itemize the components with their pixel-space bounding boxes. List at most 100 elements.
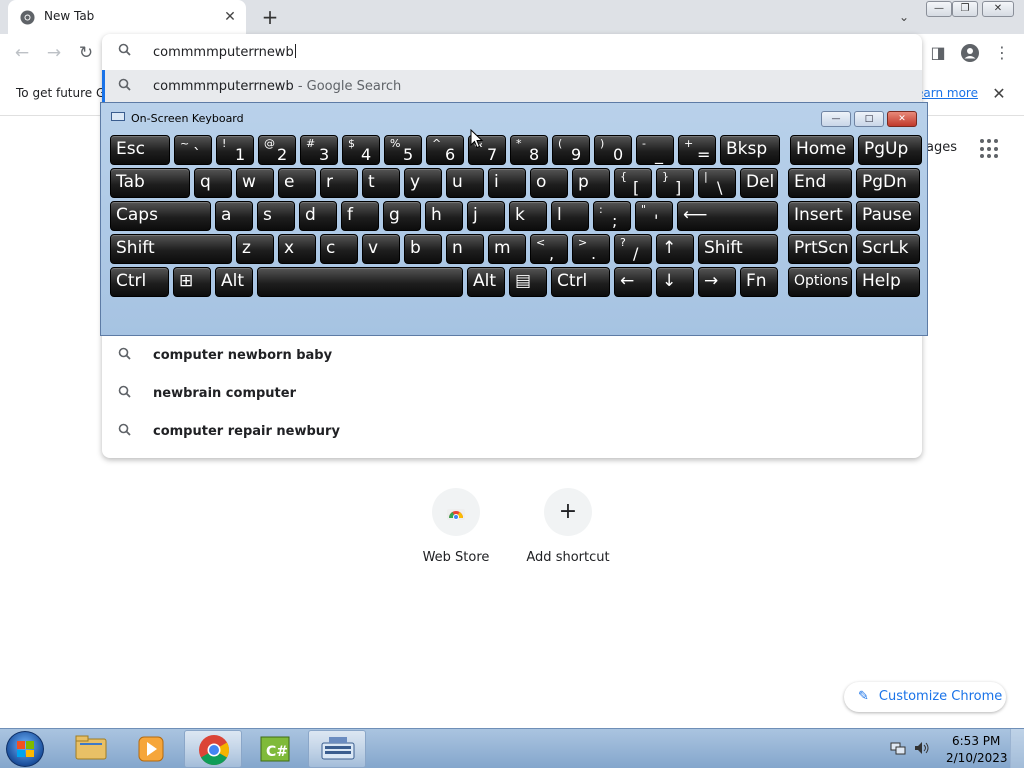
osk-key-f[interactable]: f [341,201,379,231]
profile-icon[interactable] [958,41,982,65]
osk-key-symbol-1-13[interactable]: | \ [698,168,736,198]
osk-key-scrlk[interactable]: ScrLk [856,234,920,264]
on-screen-keyboard-icon[interactable] [308,730,366,768]
osk-key-symbol-1-12[interactable]: }] [656,168,694,198]
osk-key-symbol-1-11[interactable]: {[ [614,168,652,198]
osk-key-symbol-2-12[interactable]: ⟵ [677,201,778,231]
shortcut-add[interactable]: + Add shortcut [518,488,618,578]
osk-key-v[interactable]: v [362,234,400,264]
osk-key-d[interactable]: d [299,201,337,231]
osk-key-y[interactable]: y [404,168,442,198]
shortcut-web-store[interactable]: Web Store [406,488,506,578]
start-button[interactable] [6,731,44,767]
osk-key-a[interactable]: a [215,201,253,231]
osk-key-5[interactable]: % 5 [384,135,422,165]
osk-key-alt[interactable]: Alt [467,267,505,297]
tab-search-chevron-icon[interactable]: ⌄ [894,7,914,27]
osk-key-symbol-4-1[interactable]: ⊞ [173,267,211,297]
osk-key-n[interactable]: n [446,234,484,264]
csharp-icon[interactable]: C# [246,730,304,768]
osk-key-insert[interactable]: Insert [788,201,852,231]
osk-key-b[interactable]: b [404,234,442,264]
tab-new-tab[interactable]: New Tab ✕ [8,0,246,34]
osk-key-symbol-4-5[interactable]: ▤ [509,267,547,297]
chrome-taskbar-icon[interactable] [184,730,242,768]
osk-key-tab[interactable]: Tab [110,168,190,198]
osk-restore-button[interactable]: □ [854,111,884,127]
osk-key-end[interactable]: End [788,168,852,198]
osk-key-6[interactable]: ^ 6 [426,135,464,165]
osk-key-9[interactable]: (9 [552,135,590,165]
osk-key-c[interactable]: c [320,234,358,264]
window-close-button[interactable]: ✕ [982,1,1014,17]
osk-key-u[interactable]: u [446,168,484,198]
osk-key-symbol-3-11[interactable]: ↑ [656,234,694,264]
osk-key-j[interactable]: j [467,201,505,231]
osk-key-ctrl[interactable]: Ctrl [551,267,610,297]
osk-key-m[interactable]: m [488,234,526,264]
osk-key-r[interactable]: r [320,168,358,198]
omnibox-suggestion[interactable]: computer repair newbury [102,412,922,450]
osk-key-home[interactable]: Home [790,135,854,165]
osk-key-prtscn[interactable]: PrtScn [788,234,852,264]
osk-title-bar[interactable]: On-Screen Keyboard — □ ✕ [101,103,927,131]
info-bar-close-icon[interactable]: ✕ [989,82,1009,106]
osk-key-i[interactable]: i [488,168,526,198]
osk-key-fn[interactable]: Fn [740,267,778,297]
window-maximize-button[interactable]: ❐ [952,1,978,17]
osk-key-del[interactable]: Del [740,168,778,198]
clock-time[interactable]: 6:53 PM [952,734,1000,748]
osk-key-t[interactable]: t [362,168,400,198]
osk-key-e[interactable]: e [278,168,316,198]
osk-minimize-button[interactable]: — [821,111,851,127]
osk-key-p[interactable]: p [572,168,610,198]
osk-key-symbol-3-8[interactable]: <, [530,234,568,264]
osk-key-z[interactable]: z [236,234,274,264]
new-tab-button[interactable]: + [258,5,282,29]
omnibox-input[interactable]: commmmputerrnewb [102,34,922,70]
osk-key-options[interactable]: Options [788,267,852,297]
osk-key-symbol-0-13[interactable]: + = [678,135,716,165]
osk-key-s[interactable]: s [257,201,295,231]
osk-close-button[interactable]: ✕ [887,111,917,127]
osk-key-w[interactable]: w [236,168,274,198]
osk-key-h[interactable]: h [425,201,463,231]
osk-key-l[interactable]: l [551,201,589,231]
osk-key-symbol-4-9[interactable]: → [698,267,736,297]
osk-key-shift[interactable]: Shift [110,234,232,264]
reload-button[interactable]: ↻ [74,41,98,65]
forward-button[interactable]: → [42,41,66,65]
clock-date[interactable]: 2/10/2023 [946,751,1008,765]
osk-key-symbol-2-11[interactable]: " ' [635,201,673,231]
osk-key-symbol-0-1[interactable]: ~ ` [174,135,212,165]
learn-more-link[interactable]: earn more [916,86,978,100]
osk-key-pgdn[interactable]: PgDn [856,168,920,198]
osk-key-help[interactable]: Help [856,267,920,297]
osk-key-ctrl[interactable]: Ctrl [110,267,169,297]
window-minimize-button[interactable]: — [926,1,952,17]
osk-key-alt[interactable]: Alt [215,267,253,297]
osk-key-shift[interactable]: Shift [698,234,778,264]
osk-key-3[interactable]: #3 [300,135,338,165]
explorer-icon[interactable] [62,730,120,768]
back-button[interactable]: ← [10,41,34,65]
osk-key-pgup[interactable]: PgUp [858,135,922,165]
osk-key-symbol-3-9[interactable]: >. [572,234,610,264]
osk-key-symbol-2-10[interactable]: :; [593,201,631,231]
customize-chrome-button[interactable]: ✎ Customize Chrome [844,682,1006,712]
omnibox-suggestion[interactable]: newbrain computer [102,374,922,412]
osk-key-symbol-4-7[interactable]: ← [614,267,652,297]
osk-key-pause[interactable]: Pause [856,201,920,231]
osk-key-esc[interactable]: Esc [110,135,170,165]
media-player-icon[interactable] [122,730,180,768]
chrome-menu-icon[interactable]: ⋮ [990,41,1014,65]
osk-key-4[interactable]: $4 [342,135,380,165]
osk-key-o[interactable]: o [530,168,568,198]
osk-key-bksp[interactable]: Bksp [720,135,780,165]
volume-icon[interactable] [914,741,930,755]
osk-key-space[interactable] [257,267,463,297]
osk-key-symbol-3-10[interactable]: ? / [614,234,652,264]
osk-key-q[interactable]: q [194,168,232,198]
google-apps-icon[interactable] [980,139,1000,159]
osk-key-k[interactable]: k [509,201,547,231]
